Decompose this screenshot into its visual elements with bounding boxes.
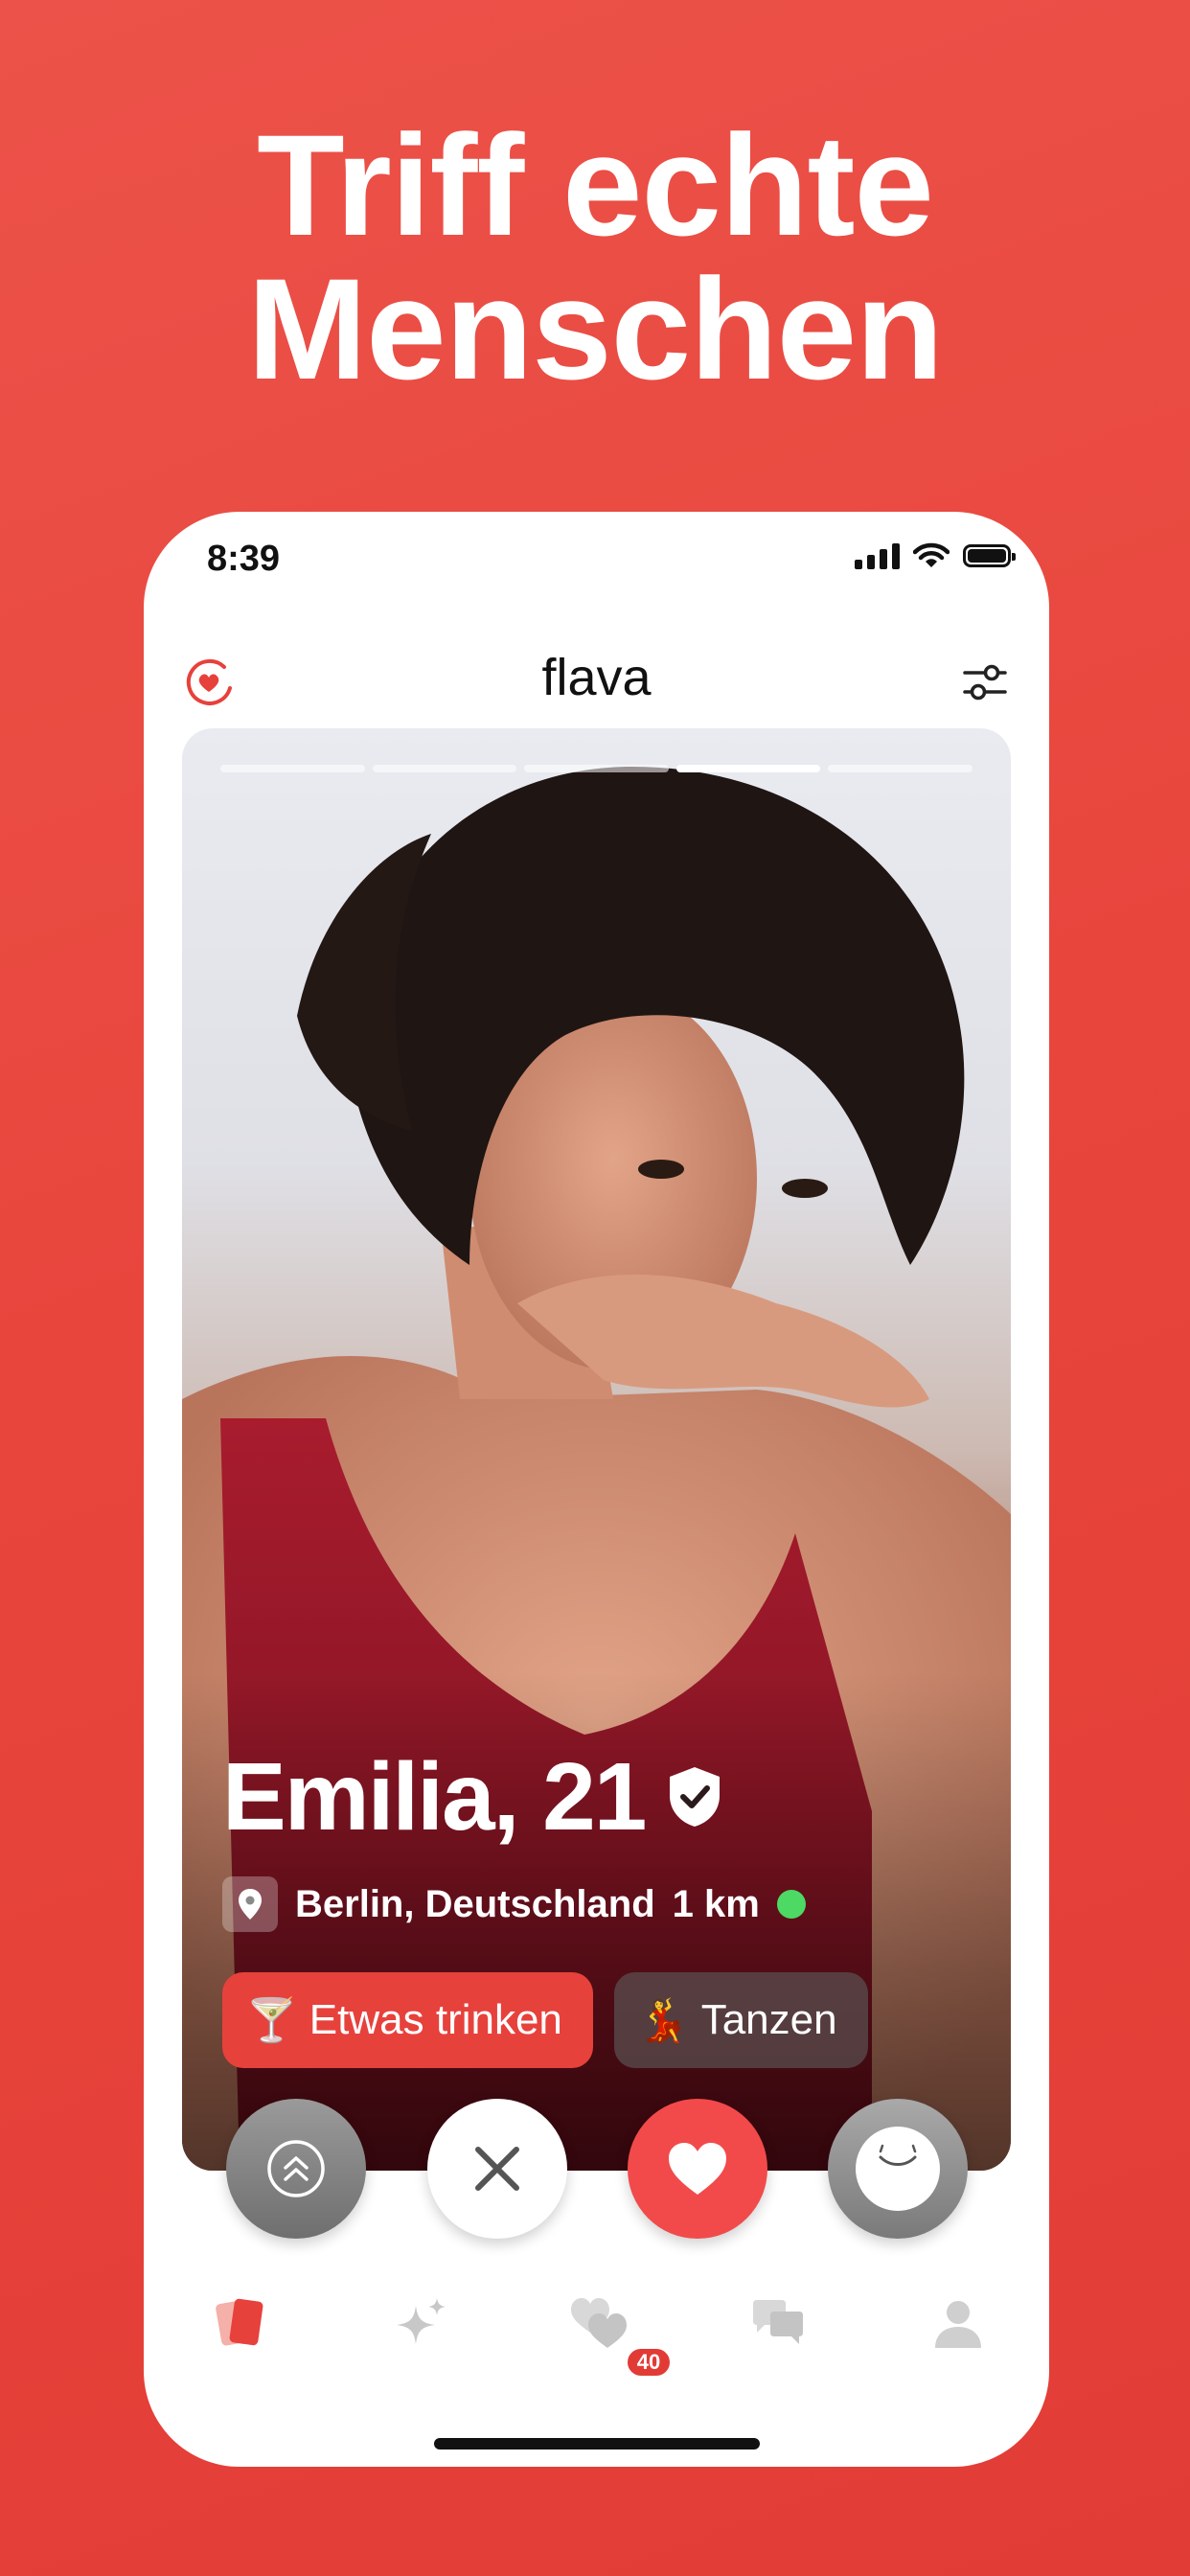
app-brand: flava [541, 649, 652, 706]
tab-sparkles[interactable] [383, 2285, 460, 2361]
profile-name-row: Emilia, 21 [222, 1744, 723, 1850]
dancer-icon: 💃 [636, 1997, 690, 2044]
interest-tags: 🍸 Etwas trinken 💃 Tanzen [222, 1972, 868, 2068]
profile-distance: 1 km [672, 1882, 760, 1925]
photo-progress-segment [524, 765, 669, 772]
status-icons [855, 542, 1016, 569]
photo-progress [220, 765, 973, 772]
photo-progress-segment [220, 765, 365, 772]
status-time: 8:39 [207, 539, 281, 579]
user-icon [935, 2301, 981, 2348]
online-status-dot [776, 1890, 806, 1919]
hearts-icon [571, 2298, 627, 2348]
phone-frame: 8:39 flava Emilia, 21 Berlin, Deutschlan… [144, 512, 1049, 2467]
app-header: flava [144, 627, 1049, 723]
tag-label: Tanzen [700, 1996, 837, 2043]
tab-bar: 40 [144, 2285, 1049, 2400]
cards-icon [216, 2298, 263, 2346]
headline-line-1: Triff echte [257, 104, 934, 265]
profile-card[interactable]: Emilia, 21 Berlin, Deutschland 1 km 🍸 Et… [182, 728, 1011, 2171]
smile-button[interactable] [828, 2099, 968, 2239]
home-indicator [434, 2438, 760, 2450]
tag-label: Etwas trinken [309, 1996, 562, 2043]
wifi-icon [913, 542, 950, 567]
tab-profile[interactable] [920, 2285, 996, 2361]
verified-shield-icon [670, 1767, 721, 1827]
chevrons-up-icon [267, 2140, 325, 2197]
chat-bubbles-icon [753, 2300, 803, 2344]
dislike-button[interactable] [427, 2099, 567, 2239]
location-pin-icon [222, 1876, 278, 1932]
sparkles-icon [397, 2298, 446, 2344]
tab-messages[interactable] [740, 2285, 816, 2361]
photo-progress-segment [828, 765, 973, 772]
tag-dance[interactable]: 💃 Tanzen [613, 1972, 868, 2068]
likes-count-badge: 40 [625, 2346, 673, 2379]
signal-icon [855, 542, 900, 569]
profile-location: Berlin, Deutschland [295, 1882, 655, 1925]
battery-icon [963, 544, 1016, 567]
tab-likes[interactable] [561, 2285, 638, 2361]
photo-progress-segment-active [675, 765, 821, 772]
tab-discover[interactable] [203, 2285, 280, 2361]
rewind-button[interactable] [226, 2099, 366, 2239]
filter-settings-icon[interactable] [961, 661, 1009, 703]
close-icon [475, 2147, 519, 2191]
like-button[interactable] [628, 2099, 767, 2239]
heart-icon [669, 2143, 726, 2195]
tag-drink[interactable]: 🍸 Etwas trinken [222, 1972, 593, 2068]
photo-progress-segment [372, 765, 517, 772]
profile-name-age: Emilia, 21 [222, 1743, 647, 1851]
headline: Triff echte Menschen [0, 113, 1190, 401]
location-row: Berlin, Deutschland 1 km [222, 1876, 806, 1932]
smile-icon [856, 2127, 940, 2211]
headline-line-2: Menschen [247, 248, 944, 409]
cocktail-icon: 🍸 [245, 1997, 298, 2044]
